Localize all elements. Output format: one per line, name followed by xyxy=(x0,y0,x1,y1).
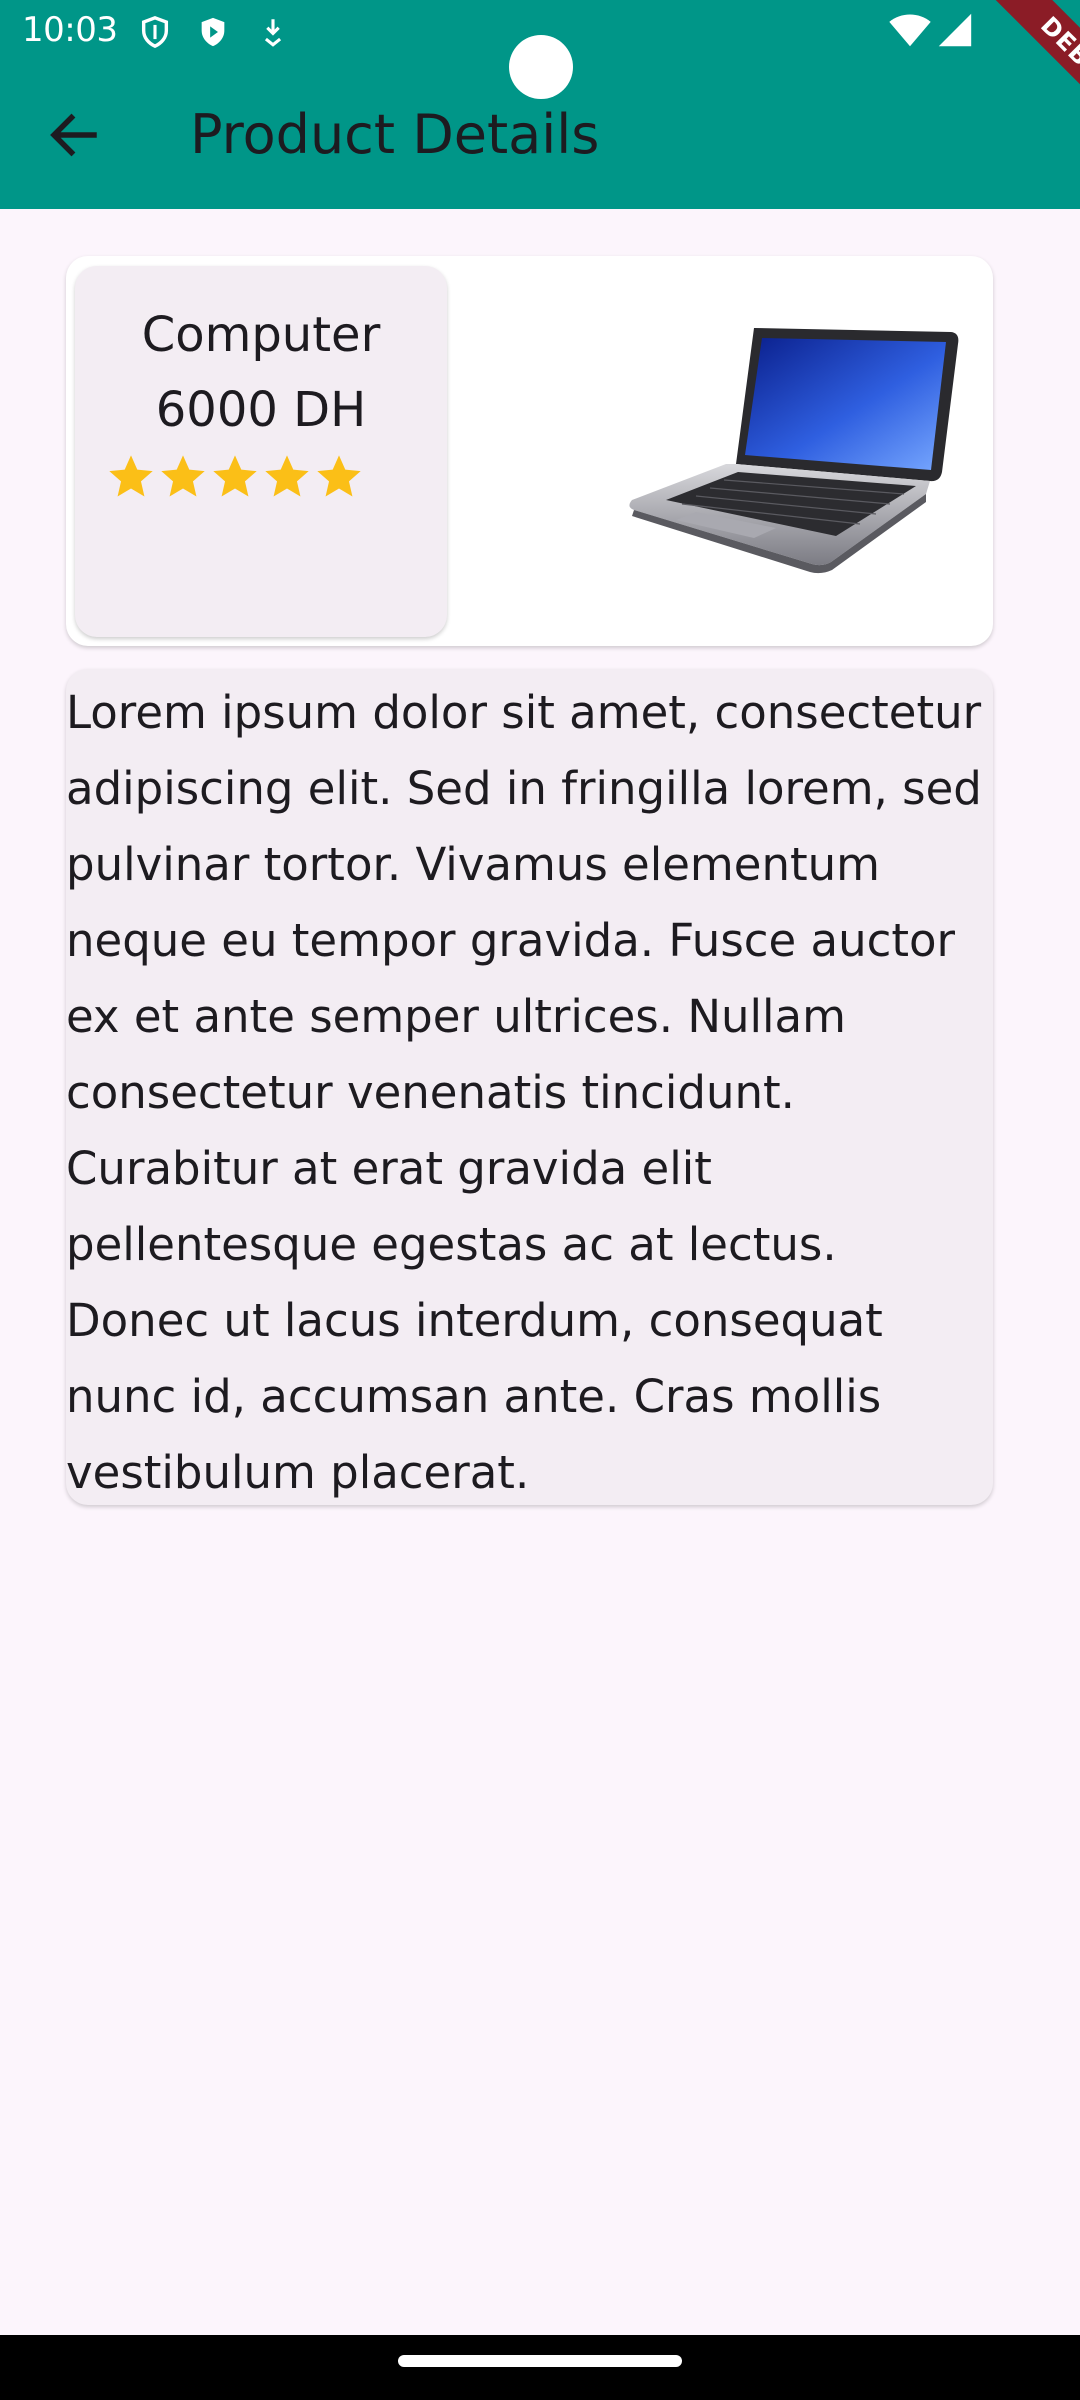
camera-cutout xyxy=(509,35,573,99)
product-price: 6000 DH xyxy=(155,382,367,438)
download-icon xyxy=(264,19,282,47)
app-bar: 10:03 DEBUG Product Details xyxy=(0,0,1080,209)
product-name: Computer xyxy=(141,307,381,363)
status-bar: 10:03 xyxy=(0,0,1080,99)
home-gesture-handle[interactable] xyxy=(398,2355,682,2367)
wifi-icon xyxy=(889,14,931,47)
status-time: 10:03 xyxy=(22,10,118,50)
signal-icon xyxy=(938,13,972,47)
product-description: Lorem ipsum dolor sit amet, consectetur … xyxy=(66,686,982,1499)
star-icon xyxy=(109,455,153,497)
star-icon xyxy=(317,455,361,497)
description-card: Lorem ipsum dolor sit amet, consectetur … xyxy=(66,669,993,1505)
product-info-card: Computer 6000 DH xyxy=(75,266,447,637)
system-navigation-bar xyxy=(0,2335,1080,2400)
star-icon xyxy=(161,455,205,497)
rating-stars xyxy=(105,451,365,509)
arrow-back-icon[interactable] xyxy=(44,105,104,165)
play-protect-icon xyxy=(201,17,225,47)
laptop-image xyxy=(629,328,959,574)
product-card[interactable]: Computer 6000 DH xyxy=(66,256,993,646)
star-icon xyxy=(265,455,309,497)
star-icon xyxy=(213,455,257,497)
page-title: Product Details xyxy=(190,103,600,166)
shield-icon xyxy=(141,16,169,49)
